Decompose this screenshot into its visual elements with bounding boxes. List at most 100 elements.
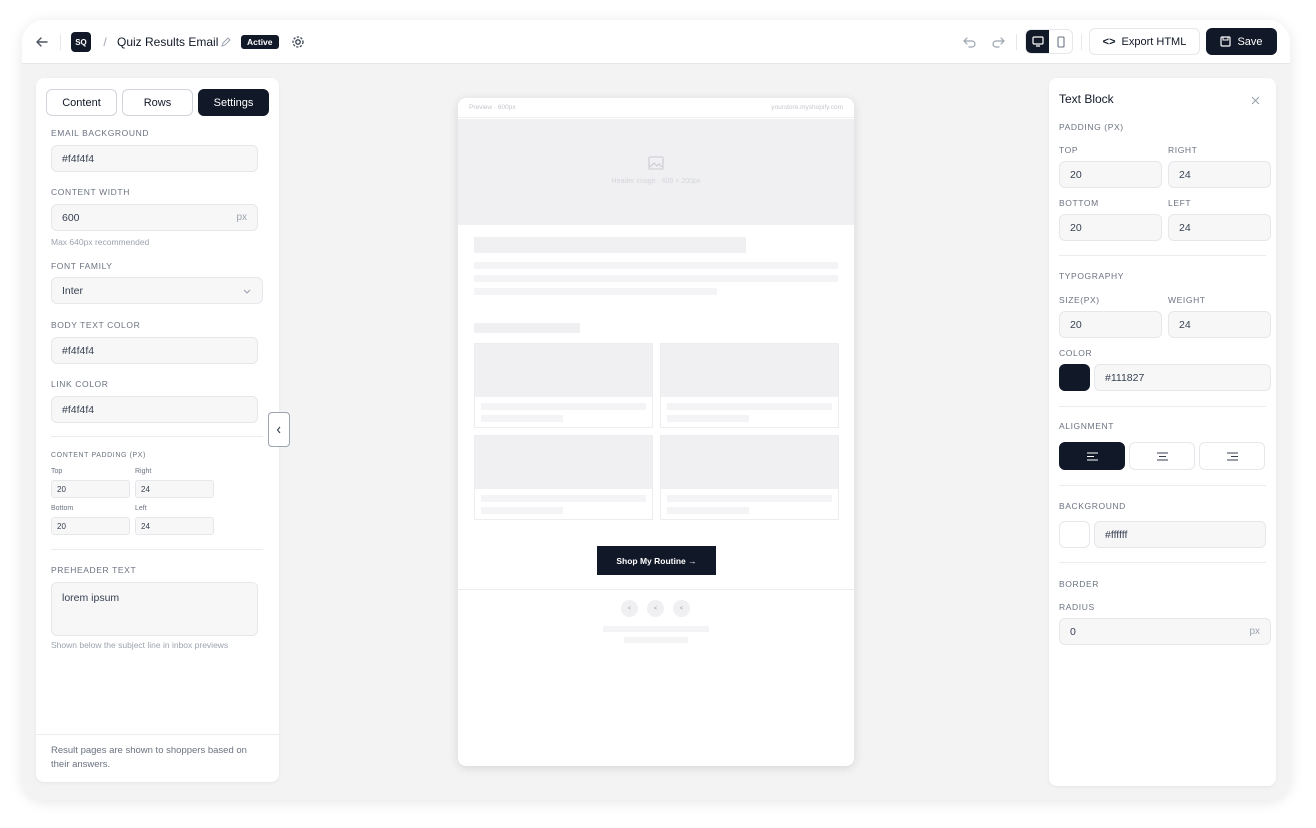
chevron-left-icon	[276, 426, 281, 433]
content-width-value: 600	[62, 211, 80, 224]
undo-icon[interactable]	[960, 32, 980, 52]
divider	[1059, 485, 1266, 486]
email-preview: Preview · 600px yourstore.myshopify.com …	[458, 98, 854, 766]
font-family-label: FONT FAMILY	[51, 261, 113, 271]
padding-top-label: Top	[51, 468, 63, 475]
status-badge: Active	[241, 35, 279, 49]
text-color-swatch[interactable]	[1059, 364, 1090, 391]
headline-placeholder	[474, 237, 746, 253]
body-text-color-input[interactable]: #f4f4f4	[51, 337, 258, 364]
text-line-placeholder	[474, 262, 838, 269]
export-html-button[interactable]: <> Export HTML	[1089, 28, 1200, 55]
font-weight-input[interactable]: 24	[1168, 311, 1271, 338]
divider	[458, 589, 854, 590]
top-bar: SQ / Quiz Results Email Active <> Export…	[22, 20, 1290, 64]
gear-icon[interactable]	[288, 32, 308, 52]
align-left-button[interactable]	[1059, 442, 1125, 470]
product-card[interactable]	[660, 343, 839, 428]
product-price-placeholder	[481, 415, 563, 422]
preheader-label: PREHEADER TEXT	[51, 565, 137, 575]
product-title-placeholder	[481, 495, 646, 502]
border-radius-value: 0	[1070, 625, 1076, 638]
code-icon: <>	[1102, 35, 1116, 48]
align-center-button[interactable]	[1129, 442, 1195, 470]
padding-bottom-label: Bottom	[51, 505, 74, 512]
share-icon[interactable]: <	[621, 600, 638, 617]
content-width-input[interactable]: 600 px	[51, 204, 258, 231]
edit-pencil-icon[interactable]	[220, 34, 232, 50]
unit-suffix: px	[236, 212, 247, 223]
font-size-label: SIZE(PX)	[1059, 295, 1100, 305]
alignment-label: ALIGNMENT	[1059, 421, 1114, 431]
divider	[1059, 255, 1266, 256]
section-title-placeholder	[474, 323, 580, 333]
cta-button[interactable]: Shop My Routine →	[597, 546, 716, 575]
panel-tabs: Content Rows Settings	[46, 89, 269, 116]
back-arrow-icon[interactable]	[32, 32, 52, 52]
divider	[1059, 406, 1266, 407]
product-title-placeholder	[667, 495, 832, 502]
text-color-input[interactable]: #111827	[1094, 364, 1271, 391]
background-color-swatch[interactable]	[1059, 521, 1090, 548]
tab-content[interactable]: Content	[46, 89, 117, 116]
border-radius-input[interactable]: 0 px	[1059, 618, 1271, 645]
align-left-icon	[1086, 451, 1098, 461]
product-image-placeholder	[661, 436, 838, 489]
save-button[interactable]: Save	[1206, 28, 1277, 55]
tab-rows[interactable]: Rows	[122, 89, 193, 116]
font-family-select[interactable]: Inter	[51, 277, 263, 304]
preheader-hint: Shown below the subject line in inbox pr…	[51, 640, 229, 650]
content-padding-label: CONTENT PADDING (PX)	[51, 452, 146, 459]
divider	[1081, 34, 1082, 50]
collapse-panel-button[interactable]	[268, 412, 290, 447]
divider	[1016, 34, 1017, 50]
padding-right-label: Right	[135, 468, 152, 475]
padding-left-input[interactable]: 24	[1168, 214, 1271, 241]
padding-left-input[interactable]: 24	[135, 517, 214, 535]
align-right-button[interactable]	[1199, 442, 1265, 470]
product-image-placeholder	[475, 344, 652, 397]
share-icon[interactable]: <	[673, 600, 690, 617]
body-text-color-label: BODY TEXT COLOR	[51, 320, 141, 330]
content-width-hint: Max 640px recommended	[51, 237, 150, 247]
product-card[interactable]	[660, 435, 839, 520]
product-card[interactable]	[474, 435, 653, 520]
header-image-label: Header image · 600 × 200px	[611, 178, 701, 185]
align-center-icon	[1156, 451, 1168, 461]
product-price-placeholder	[481, 507, 563, 514]
footer-note: Result pages are shown to shoppers based…	[51, 745, 247, 770]
content-width-label: CONTENT WIDTH	[51, 187, 130, 197]
padding-top-input[interactable]: 20	[51, 480, 130, 498]
text-line-placeholder	[474, 288, 717, 295]
padding-bottom-input[interactable]: 20	[51, 517, 130, 535]
divider	[60, 34, 61, 50]
link-color-label: LINK COLOR	[51, 379, 109, 389]
color-label: COLOR	[1059, 348, 1093, 358]
email-background-label: EMAIL BACKGROUND	[51, 128, 150, 138]
header-image-placeholder[interactable]: Header image · 600 × 200px	[458, 119, 854, 225]
product-card[interactable]	[474, 343, 653, 428]
email-background-input[interactable]: #f4f4f4	[51, 145, 258, 172]
background-color-input[interactable]: #ffffff	[1094, 521, 1266, 548]
padding-bottom-input[interactable]: 20	[1059, 214, 1162, 241]
tab-settings[interactable]: Settings	[198, 89, 269, 116]
preview-size-label: Preview · 600px	[469, 104, 516, 111]
desktop-view-button[interactable]	[1026, 30, 1049, 53]
desktop-icon	[1031, 36, 1044, 47]
mobile-icon	[1056, 35, 1065, 48]
padding-top-input[interactable]: 20	[1059, 161, 1162, 188]
mobile-view-button[interactable]	[1049, 30, 1072, 53]
divider	[36, 734, 279, 735]
breadcrumb-separator: /	[103, 35, 107, 49]
padding-right-input[interactable]: 24	[1168, 161, 1271, 188]
font-size-input[interactable]: 20	[1059, 311, 1162, 338]
padding-right-input[interactable]: 24	[135, 480, 214, 498]
redo-icon[interactable]	[988, 32, 1008, 52]
link-color-input[interactable]: #f4f4f4	[51, 396, 258, 423]
product-title-placeholder	[481, 403, 646, 410]
chevron-down-icon	[243, 286, 251, 298]
preheader-textarea[interactable]: lorem ipsum	[51, 582, 258, 636]
close-icon[interactable]	[1251, 92, 1260, 110]
share-icon[interactable]: <	[647, 600, 664, 617]
radius-label: RADIUS	[1059, 602, 1095, 612]
